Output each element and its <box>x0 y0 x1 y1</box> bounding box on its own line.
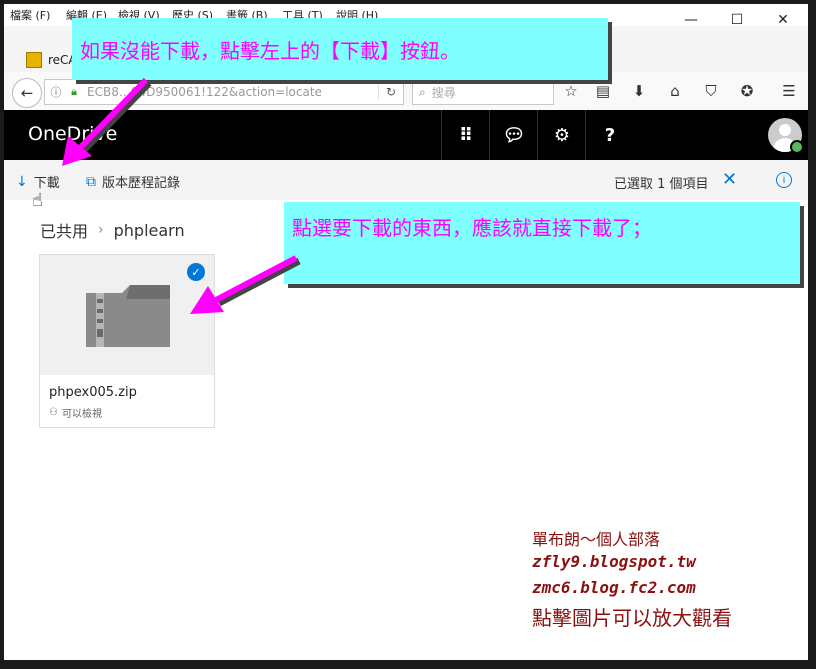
settings-gear-icon[interactable]: ⚙ <box>537 110 586 160</box>
chevron-right-icon: › <box>98 222 104 238</box>
url-text[interactable]: ECB8…94D950061!122&action=locate <box>87 85 378 99</box>
version-history-label: 版本歷程記錄 <box>102 176 181 191</box>
signature-url-2[interactable]: zmc6.blog.fc2.com <box>532 578 696 597</box>
pocket-icon[interactable]: ⛉ <box>700 80 722 102</box>
download-arrow-icon: ↓ <box>16 173 28 190</box>
reload-icon[interactable]: ↻ <box>378 85 403 99</box>
file-name[interactable]: phpex005.zip <box>49 385 137 400</box>
home-icon[interactable]: ⌂ <box>664 80 686 102</box>
signature-url-1[interactable]: zfly9.blogspot.tw <box>532 552 696 571</box>
command-bar: ↓ 下載 ⧉ 版本歷程記錄 已選取 1 個項目 ✕ i <box>4 160 808 200</box>
signature-blog-name: 單布朗～個人部落 <box>532 530 661 549</box>
version-history-icon: ⧉ <box>86 173 96 190</box>
info-icon: ⓘ <box>50 86 62 99</box>
selection-count: 已選取 1 個項目 <box>614 177 709 192</box>
lock-icon: 🔒︎ <box>71 85 77 98</box>
onedrive-title[interactable]: OneDrive <box>28 123 117 145</box>
app-launcher-icon[interactable]: ⠿ <box>441 110 490 160</box>
tab-favicon-icon <box>26 52 42 68</box>
bookmarks-list-icon[interactable]: ▤ <box>592 80 614 102</box>
screenshot-frame: 檔案 (F) 編輯 (E) 檢視 (V) 歷史 (S) 書籤 (B) 工具 (T… <box>4 4 808 660</box>
download-icon[interactable]: ⬇ <box>628 80 650 102</box>
help-icon[interactable]: ? <box>585 110 634 160</box>
presence-status-icon <box>790 140 804 154</box>
callout-middle: 點選要下載的東西，應該就直接下載了； <box>284 202 800 284</box>
hamburger-menu-icon[interactable]: ☰ <box>778 80 800 102</box>
hand-cursor-icon: ☝ <box>32 190 43 211</box>
back-arrow-icon: ← <box>20 84 34 102</box>
callout-top: 如果沒能下載，點擊左上的【下載】按鈕。 <box>72 18 608 80</box>
selected-checkmark-icon[interactable]: ✓ <box>187 263 205 281</box>
signature-hint: 點擊圖片可以放大觀看 <box>532 606 732 630</box>
back-button[interactable]: ← <box>12 78 42 108</box>
search-placeholder: 搜尋 <box>431 85 456 100</box>
address-bar[interactable]: ⓘ 🔒︎ ECB8…94D950061!122&action=locate ↻ <box>44 79 404 105</box>
breadcrumb-root[interactable]: 已共用 <box>40 218 88 242</box>
file-permission: ⚇ 可以檢視 <box>49 405 102 420</box>
extension-icon[interactable]: ✪ <box>736 80 758 102</box>
file-permission-label: 可以檢視 <box>61 409 102 420</box>
search-icon: ⌕ <box>419 84 426 99</box>
onedrive-header: OneDrive ⠿ 💬︎ ⚙ ? <box>4 110 808 160</box>
version-history-button[interactable]: ⧉ 版本歷程記錄 <box>86 172 181 192</box>
download-label: 下載 <box>33 176 60 191</box>
download-button[interactable]: ↓ 下載 <box>16 172 60 192</box>
search-input[interactable]: ⌕ 搜尋 <box>412 79 554 105</box>
breadcrumb-current: phplearn <box>113 220 185 240</box>
clear-selection-icon[interactable]: ✕ <box>722 169 737 190</box>
bookmark-star-icon[interactable]: ☆ <box>560 80 582 102</box>
shared-people-icon: ⚇ <box>49 407 58 418</box>
chat-icon[interactable]: 💬︎ <box>489 110 538 160</box>
zip-folder-icon <box>86 285 170 347</box>
menu-file[interactable]: 檔案 (F) <box>10 7 50 23</box>
file-tile[interactable]: ✓ phpex005.zip ⚇ 可以檢視 <box>39 254 215 428</box>
details-info-icon[interactable]: i <box>776 172 792 188</box>
breadcrumb: 已共用 › phplearn <box>40 218 185 242</box>
